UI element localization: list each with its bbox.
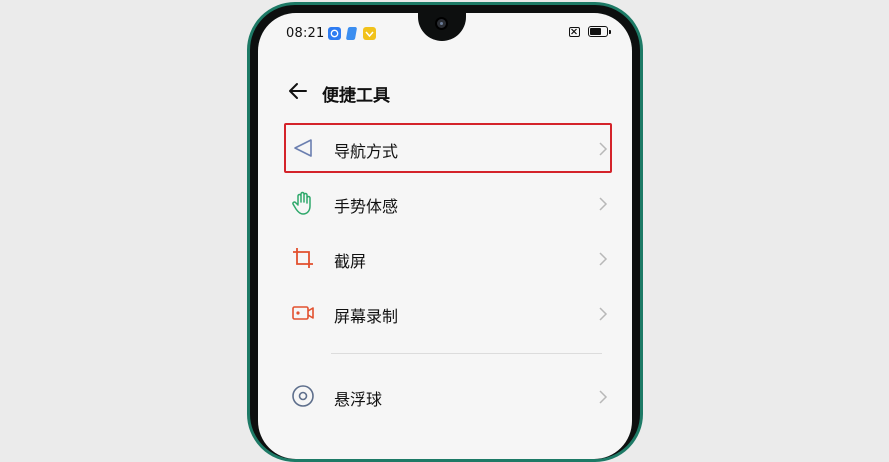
- page-title: 便捷工具: [322, 86, 390, 106]
- chevron-right-icon: [598, 306, 608, 321]
- page-header: 便捷工具: [258, 69, 632, 109]
- settings-item-screen-record[interactable]: 屏幕录制: [278, 286, 612, 341]
- settings-item-label: 手势体感: [334, 197, 399, 216]
- crop-icon: [290, 245, 316, 271]
- chevron-right-icon: [598, 196, 608, 211]
- phone-frame: 08:21 便捷工具 导航方式 手势体感 截屏 屏幕录制 悬浮球: [247, 2, 643, 462]
- app-notification-icon: [328, 27, 341, 40]
- settings-item-label: 截屏: [334, 252, 367, 271]
- sim-icon: [569, 26, 580, 37]
- screen-record-icon: [290, 300, 316, 326]
- app-notification-icon-2: [345, 27, 358, 40]
- status-time: 08:21: [286, 26, 325, 41]
- section-divider: [331, 353, 602, 354]
- settings-item-label: 屏幕录制: [334, 307, 399, 326]
- settings-item-floating-ball[interactable]: 悬浮球: [278, 369, 612, 424]
- hand-gesture-icon: [290, 190, 316, 216]
- floating-ball-icon: [290, 383, 316, 409]
- phone-screen: 08:21 便捷工具 导航方式 手势体感 截屏 屏幕录制 悬浮球: [258, 13, 632, 459]
- settings-item-screenshot[interactable]: 截屏: [278, 231, 612, 286]
- chevron-right-icon: [598, 389, 608, 404]
- app-notification-icon-3: [363, 27, 376, 40]
- highlight-box: [284, 123, 612, 173]
- battery-icon: [588, 26, 611, 37]
- chevron-right-icon: [598, 251, 608, 266]
- back-arrow-icon[interactable]: [286, 79, 310, 103]
- settings-item-label: 悬浮球: [334, 390, 383, 409]
- settings-item-gestures[interactable]: 手势体感: [278, 176, 612, 231]
- status-bar: 08:21: [258, 13, 632, 57]
- battery-fill: [590, 28, 602, 35]
